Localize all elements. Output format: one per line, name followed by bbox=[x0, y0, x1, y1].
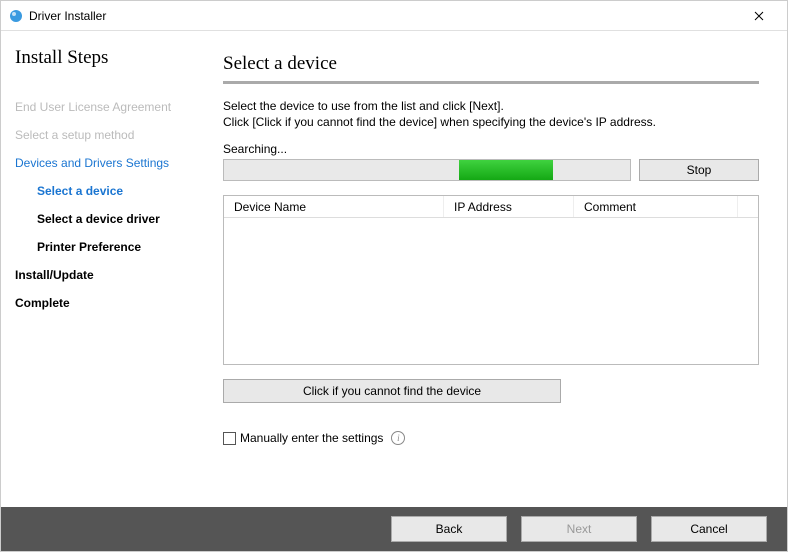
titlebar: Driver Installer bbox=[1, 1, 787, 31]
manual-row: Manually enter the settings i bbox=[223, 431, 759, 445]
col-spacer bbox=[738, 196, 758, 217]
close-button[interactable] bbox=[739, 2, 779, 30]
main-panel: Select a device Select the device to use… bbox=[201, 31, 787, 507]
title-underline bbox=[223, 81, 759, 84]
step-install-update: Install/Update bbox=[15, 261, 187, 289]
table-body bbox=[224, 218, 758, 364]
progress-bar bbox=[223, 159, 631, 181]
device-table[interactable]: Device Name IP Address Comment bbox=[223, 195, 759, 365]
sidebar: Install Steps End User License Agreement… bbox=[1, 31, 201, 507]
progress-fill bbox=[459, 160, 552, 180]
col-comment[interactable]: Comment bbox=[574, 196, 738, 217]
step-setup-method: Select a setup method bbox=[15, 121, 187, 149]
col-ip-address[interactable]: IP Address bbox=[444, 196, 574, 217]
manual-label: Manually enter the settings bbox=[240, 431, 383, 445]
find-device-button[interactable]: Click if you cannot find the device bbox=[223, 379, 561, 403]
window-title: Driver Installer bbox=[29, 9, 739, 23]
col-device-name[interactable]: Device Name bbox=[224, 196, 444, 217]
manual-checkbox[interactable] bbox=[223, 432, 236, 445]
page-title: Select a device bbox=[223, 53, 759, 75]
cancel-button[interactable]: Cancel bbox=[651, 516, 767, 542]
step-select-device: Select a device bbox=[15, 177, 187, 205]
app-icon bbox=[9, 9, 23, 23]
instr-line-1: Select the device to use from the list a… bbox=[223, 98, 759, 114]
info-icon[interactable]: i bbox=[391, 431, 405, 445]
stop-button[interactable]: Stop bbox=[639, 159, 759, 181]
instructions: Select the device to use from the list a… bbox=[223, 98, 759, 130]
step-devices-drivers: Devices and Drivers Settings bbox=[15, 149, 187, 177]
table-header: Device Name IP Address Comment bbox=[224, 196, 758, 218]
step-select-driver: Select a device driver bbox=[15, 205, 187, 233]
step-complete: Complete bbox=[15, 289, 187, 317]
step-printer-pref: Printer Preference bbox=[15, 233, 187, 261]
progress-row: Stop bbox=[223, 159, 759, 181]
searching-label: Searching... bbox=[223, 142, 759, 156]
footer: Back Next Cancel bbox=[1, 507, 787, 551]
instr-line-2: Click [Click if you cannot find the devi… bbox=[223, 114, 759, 130]
sidebar-title: Install Steps bbox=[15, 47, 187, 69]
body: Install Steps End User License Agreement… bbox=[1, 31, 787, 507]
back-button[interactable]: Back bbox=[391, 516, 507, 542]
step-eula: End User License Agreement bbox=[15, 93, 187, 121]
next-button[interactable]: Next bbox=[521, 516, 637, 542]
